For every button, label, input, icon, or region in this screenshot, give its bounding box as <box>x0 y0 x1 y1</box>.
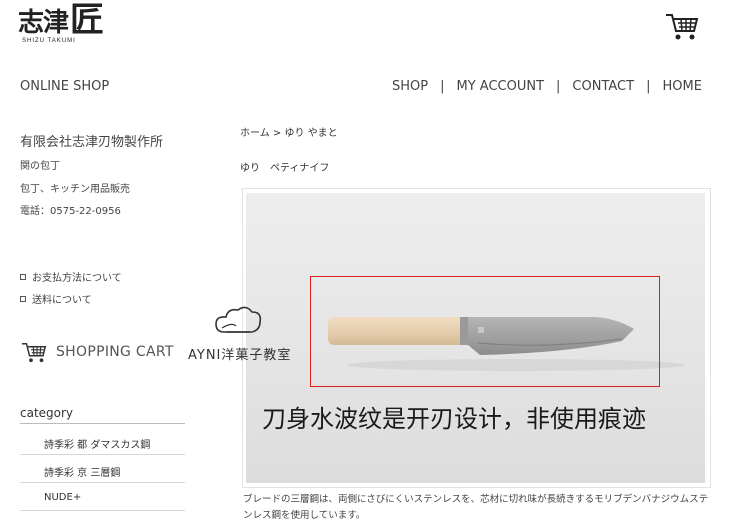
category-item[interactable]: NUDE+ <box>20 484 185 511</box>
sidebar-line-knives: 関の包丁 <box>20 161 60 172</box>
category-item-label: 詩季彩 京 三層鋼 <box>44 468 121 479</box>
watermark-text: AYNI洋菓子教室 <box>188 348 292 363</box>
product-description: ブレードの三層鋼は、両側にさびにくいステンレスを、芯材に切れ味が長続きするモリブ… <box>243 494 709 521</box>
nav-shop-link[interactable]: SHOP <box>392 79 428 94</box>
shopping-cart-icon <box>666 14 699 40</box>
sidebar-line-phone: 電話：0575-22-0956 <box>20 206 121 217</box>
category-heading: category <box>20 406 74 420</box>
sidebar-line-sales: 包丁、キッチン用品販売 <box>20 184 130 195</box>
logo-text: 志津 <box>18 8 69 38</box>
category-item[interactable]: 詩季彩 都 ダマスカス鋼 <box>20 428 185 455</box>
square-bullet-icon <box>20 273 26 280</box>
breadcrumb-home-link[interactable]: ホーム <box>240 128 270 139</box>
category-divider <box>20 423 185 424</box>
shopping-cart-icon <box>22 343 47 363</box>
breadcrumb-separator: > <box>269 128 285 139</box>
payment-method-label: お支払方法について <box>32 273 122 284</box>
nav-separator: | <box>440 79 445 94</box>
highlight-box <box>310 276 660 387</box>
shipping-fee-label: 送料について <box>32 295 92 306</box>
payment-method-link[interactable]: お支払方法について <box>20 269 122 284</box>
chef-hat-watermark-icon <box>186 302 276 346</box>
nav-contact-link[interactable]: CONTACT <box>572 79 634 94</box>
online-shop-title: ONLINE SHOP <box>20 79 110 94</box>
shopping-cart-link[interactable]: SHOPPING CART <box>20 340 174 364</box>
square-bullet-icon <box>20 295 26 302</box>
nav-separator: | <box>646 79 651 94</box>
image-caption: 刀身水波纹是开刃设计，非使用痕迹 <box>262 405 646 433</box>
nav-home-link[interactable]: HOME <box>662 79 701 94</box>
shopping-cart-label: SHOPPING CART <box>56 344 174 360</box>
logo-subtitle: SHIZU TAKUMI <box>22 38 76 44</box>
breadcrumb: ホーム > ゆり やまと <box>240 124 338 139</box>
top-navigation: SHOP | MY ACCOUNT | CONTACT | HOME <box>392 79 702 94</box>
breadcrumb-current: ゆり やまと <box>284 128 338 139</box>
logo-big-character: 匠 <box>70 0 104 40</box>
category-item[interactable]: 詩季彩 京 三層鋼 <box>20 456 185 483</box>
nav-my-account-link[interactable]: MY ACCOUNT <box>457 79 545 94</box>
header-cart-button[interactable] <box>664 10 700 42</box>
nav-separator: | <box>556 79 561 94</box>
category-item-label: NUDE+ <box>44 492 82 503</box>
category-item-label: 詩季彩 都 ダマスカス鋼 <box>44 440 151 451</box>
company-name: 有限会社志津刃物製作所 <box>20 135 164 150</box>
shipping-fee-link[interactable]: 送料について <box>20 291 92 306</box>
product-title: ゆり ペティナイフ <box>240 163 330 174</box>
logo[interactable]: 志津匠 <box>18 3 104 38</box>
